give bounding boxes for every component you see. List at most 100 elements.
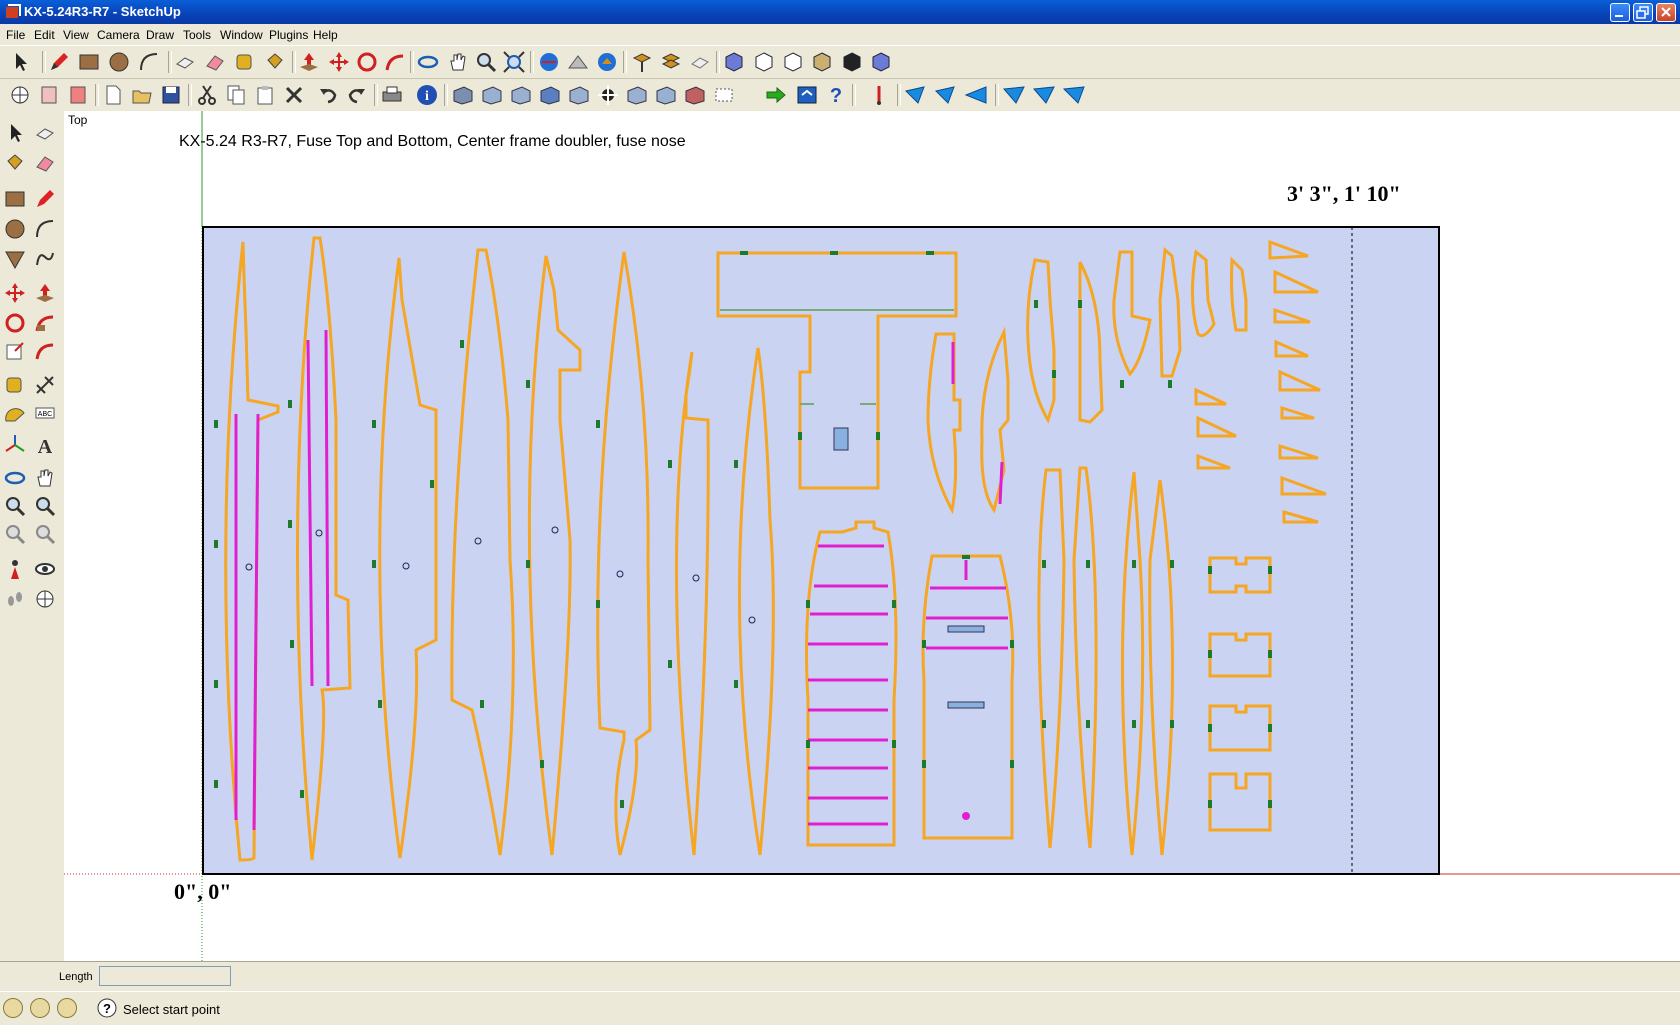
- circle-icon[interactable]: [107, 50, 131, 74]
- section-plane-icon[interactable]: [630, 50, 654, 74]
- scene-icon-9[interactable]: [683, 83, 707, 107]
- save-icon[interactable]: [159, 83, 183, 107]
- rectangle-icon[interactable]: [77, 50, 101, 74]
- front-view-icon[interactable]: [781, 50, 805, 74]
- sign-in-icon[interactable]: [57, 998, 77, 1018]
- zoom-extents-icon[interactable]: [502, 50, 526, 74]
- camera-pos-icon-5[interactable]: [1032, 83, 1056, 107]
- scene-icon-4[interactable]: [538, 83, 562, 107]
- zoom-window-tool-icon[interactable]: [33, 494, 57, 518]
- menu-file[interactable]: File: [6, 28, 25, 42]
- select-icon[interactable]: [8, 50, 32, 74]
- walk-tool-icon[interactable]: [3, 587, 27, 611]
- question-icon[interactable]: ?: [97, 998, 117, 1018]
- drawing-area[interactable]: Top KX-5.24 R3-R7, Fuse Top and Bottom, …: [64, 111, 1680, 961]
- polygon-tool-icon[interactable]: [3, 247, 27, 271]
- push-pull-icon[interactable]: [297, 50, 321, 74]
- circle-tool-icon[interactable]: [3, 217, 27, 241]
- menu-tools[interactable]: Tools: [183, 28, 211, 42]
- followme-tool-icon[interactable]: [33, 311, 57, 335]
- text-tool-icon[interactable]: ABC: [33, 403, 57, 427]
- pushpull-tool-icon[interactable]: [33, 281, 57, 305]
- pan-tool-icon[interactable]: [33, 466, 57, 490]
- orbit-icon[interactable]: [416, 50, 440, 74]
- redo-icon[interactable]: [345, 83, 369, 107]
- share-model-icon[interactable]: [566, 50, 590, 74]
- scene-icon-8[interactable]: [654, 83, 678, 107]
- camera-pos-icon-1[interactable]: [904, 83, 928, 107]
- get-models-icon[interactable]: [537, 50, 561, 74]
- display-section-icon[interactable]: [659, 50, 683, 74]
- select-box-icon[interactable]: [712, 83, 736, 107]
- scene-icon-7[interactable]: [625, 83, 649, 107]
- component-tool-icon[interactable]: [33, 121, 57, 145]
- offset-tool-icon[interactable]: [33, 339, 57, 363]
- menu-window[interactable]: Window: [220, 28, 263, 42]
- iso-view-icon[interactable]: [722, 50, 746, 74]
- close-button[interactable]: [1656, 3, 1676, 22]
- add-location-icon[interactable]: [688, 50, 712, 74]
- make-component-icon[interactable]: [173, 50, 197, 74]
- rectangle-tool-icon[interactable]: [3, 187, 27, 211]
- menu-camera[interactable]: Camera: [97, 28, 140, 42]
- position-camera-tool-icon[interactable]: [3, 557, 27, 581]
- axes-tool-icon[interactable]: [3, 433, 27, 457]
- paint-bucket-icon[interactable]: [263, 50, 287, 74]
- camera-pos-icon-3[interactable]: [964, 83, 988, 107]
- scene-icon-6[interactable]: [596, 83, 620, 107]
- open-file-icon[interactable]: [130, 83, 154, 107]
- previous-view-tool-icon[interactable]: [3, 522, 27, 546]
- arc-tool-icon[interactable]: [33, 217, 57, 241]
- pencil-icon[interactable]: [47, 50, 71, 74]
- back-view-icon[interactable]: [840, 50, 864, 74]
- eraser-tool-icon[interactable]: [33, 151, 57, 175]
- tape-tool-icon[interactable]: [3, 373, 27, 397]
- menu-edit[interactable]: Edit: [34, 28, 55, 42]
- section-cut-icon[interactable]: [37, 83, 61, 107]
- scale-tool-icon[interactable]: [3, 339, 27, 363]
- freehand-tool-icon[interactable]: [33, 247, 57, 271]
- share-component-icon[interactable]: [595, 50, 619, 74]
- scene-icon-1[interactable]: [451, 83, 475, 107]
- left-view-icon[interactable]: [869, 50, 893, 74]
- menu-help[interactable]: Help: [313, 28, 338, 42]
- dimension-tool-icon[interactable]: [33, 373, 57, 397]
- help-icon[interactable]: ?: [824, 83, 848, 107]
- rotate-tool-icon[interactable]: [3, 311, 27, 335]
- next-view-tool-icon[interactable]: [33, 522, 57, 546]
- protractor-tool-icon[interactable]: [3, 403, 27, 427]
- orbit-tool-icon[interactable]: [3, 466, 27, 490]
- select-tool-icon[interactable]: [3, 121, 27, 145]
- menu-draw[interactable]: Draw: [146, 28, 174, 42]
- minimize-button[interactable]: [1610, 3, 1630, 22]
- cut-icon[interactable]: [195, 83, 219, 107]
- section-tool-icon[interactable]: [33, 587, 57, 611]
- paint-tool-icon[interactable]: [3, 151, 27, 175]
- zoom-icon[interactable]: [474, 50, 498, 74]
- next-arrow-icon[interactable]: [764, 83, 788, 107]
- credits-icon[interactable]: [30, 998, 50, 1018]
- model-info-icon[interactable]: i: [415, 83, 439, 107]
- geolocation-icon[interactable]: [3, 998, 23, 1018]
- restore-button[interactable]: [1633, 3, 1653, 22]
- move-icon[interactable]: [327, 50, 351, 74]
- paste-icon[interactable]: [253, 83, 277, 107]
- section-fill-icon[interactable]: [66, 83, 90, 107]
- tape-measure-icon[interactable]: [233, 50, 257, 74]
- follow-me-icon[interactable]: [383, 50, 407, 74]
- zoom-tool-icon[interactable]: [3, 494, 27, 518]
- scene-icon-2[interactable]: [480, 83, 504, 107]
- new-file-icon[interactable]: [101, 83, 125, 107]
- move-tool-icon[interactable]: [3, 281, 27, 305]
- look-around-tool-icon[interactable]: [33, 557, 57, 581]
- menu-view[interactable]: View: [63, 28, 89, 42]
- camera-pos-icon-2[interactable]: [934, 83, 958, 107]
- delete-icon[interactable]: [282, 83, 306, 107]
- axes-icon[interactable]: [8, 83, 32, 107]
- pan-icon[interactable]: [446, 50, 470, 74]
- scene-icon-3[interactable]: [509, 83, 533, 107]
- copy-icon[interactable]: [224, 83, 248, 107]
- rotate-icon[interactable]: [355, 50, 379, 74]
- print-icon[interactable]: [380, 83, 404, 107]
- top-view-icon[interactable]: [752, 50, 776, 74]
